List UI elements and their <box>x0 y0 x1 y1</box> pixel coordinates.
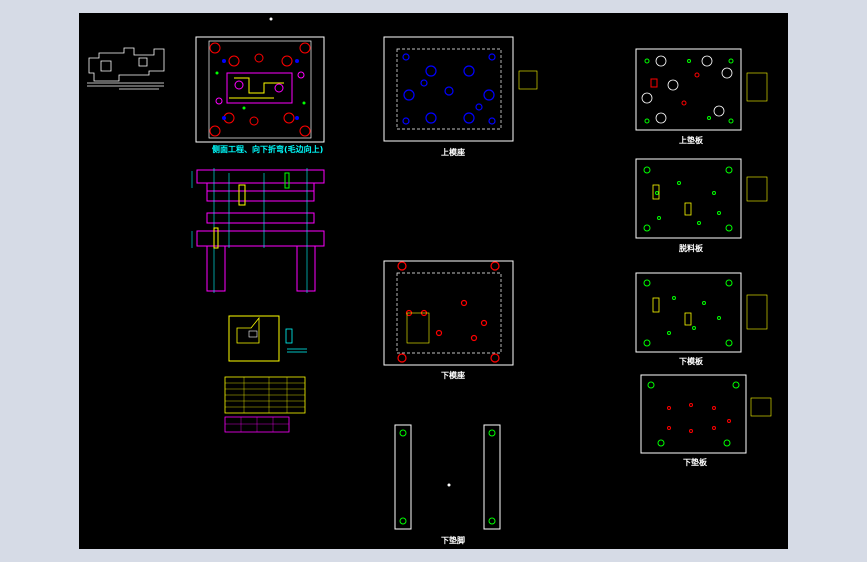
upper-die-seat-drawing <box>383 36 538 142</box>
part-sketch <box>87 47 165 90</box>
stripper-plate-label: 脱料板 <box>679 244 703 253</box>
lower-die-plate-drawing <box>635 272 768 353</box>
lower-pad-feet-label: 下垫脚 <box>441 536 465 545</box>
lower-pad-feet-drawing <box>394 424 501 530</box>
parts-table <box>224 376 306 433</box>
stripper-plate-drawing <box>635 158 768 239</box>
upper-pad-plate-drawing <box>635 48 768 131</box>
assembly-side-view <box>191 168 325 293</box>
upper-pad-plate-label: 上垫板 <box>679 136 703 145</box>
origin-marker <box>269 17 273 21</box>
part-detail <box>228 315 307 362</box>
lower-die-seat-label: 下模座 <box>441 371 465 380</box>
lower-pad-plate-drawing <box>640 374 772 454</box>
lower-die-seat-drawing <box>383 260 514 366</box>
lower-die-plate-label: 下模板 <box>679 357 703 366</box>
upper-die-seat-label: 上模座 <box>441 148 465 157</box>
lower-pad-plate-label: 下垫板 <box>683 458 707 467</box>
cad-canvas[interactable]: 侧面工程、向下折弯(毛边向上) 上模座 下模座 下垫脚 上垫板 脱料板 下模板 … <box>79 13 788 549</box>
assembly-plan-view <box>195 36 325 143</box>
title-main-label: 侧面工程、向下折弯(毛边向上) <box>212 145 324 154</box>
cad-drawing <box>87 17 772 530</box>
